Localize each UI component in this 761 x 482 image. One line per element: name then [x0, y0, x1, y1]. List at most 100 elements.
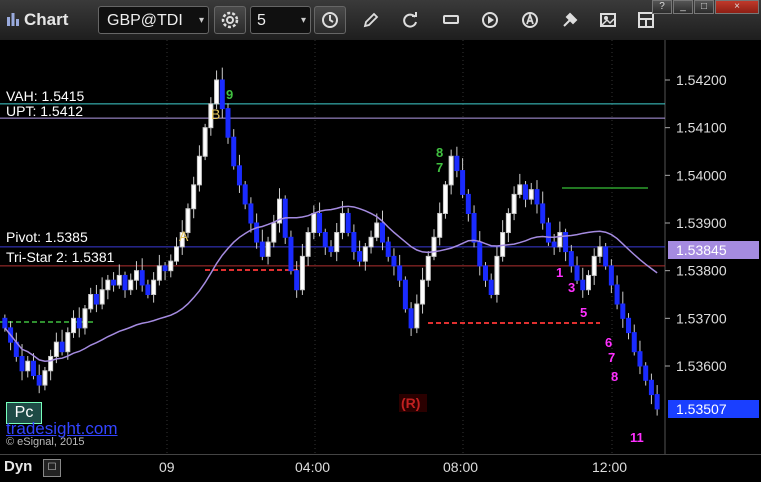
candle-body: [488, 279, 494, 296]
help-button[interactable]: ?: [652, 0, 672, 14]
candle-body: [465, 193, 471, 214]
candle-body: [580, 279, 586, 291]
price-chart[interactable]: 1.54200 1.54100 1.54000 1.53900 1.53800 1.537…: [0, 40, 761, 454]
tools-icon[interactable]: [560, 10, 580, 30]
candle-body: [545, 222, 551, 243]
candle-body: [82, 308, 88, 329]
candle-body: [511, 193, 517, 214]
candle-body: [397, 265, 403, 281]
candle-body: [643, 365, 649, 381]
candle-body: [156, 265, 162, 281]
alert-icon[interactable]: [520, 10, 540, 30]
app-brand: Chart: [6, 10, 68, 30]
picture-icon[interactable]: [598, 10, 618, 30]
candle-body: [322, 232, 328, 248]
candle-body: [139, 270, 145, 286]
restore-button[interactable]: □: [694, 0, 714, 14]
candle-body: [151, 279, 157, 296]
candle-body: [30, 360, 36, 377]
play-icon[interactable]: [480, 10, 500, 30]
candle-body: [305, 232, 311, 257]
candle-body: [654, 394, 660, 410]
count-7m: 7: [608, 350, 615, 365]
settings-gear-icon: [221, 11, 239, 29]
symbol-settings-button[interactable]: [214, 6, 246, 34]
chart-logo-icon: [7, 13, 19, 26]
candle-body: [19, 355, 25, 372]
candle-body: [214, 79, 220, 105]
candle-body: [631, 332, 637, 353]
chevron-down-icon[interactable]: ▾: [301, 7, 306, 35]
refresh-icon[interactable]: [400, 10, 420, 30]
minimize-button[interactable]: _: [673, 0, 693, 14]
price-tick-label: 1.53700: [676, 310, 727, 326]
candle-body: [431, 236, 437, 257]
close-button[interactable]: ×: [715, 0, 759, 14]
candle-body: [339, 212, 345, 234]
candle-body: [133, 270, 139, 281]
candle-body: [603, 246, 609, 267]
indicator-icon[interactable]: [441, 10, 461, 30]
symbol-input[interactable]: GBP@TDI ▾: [98, 6, 209, 34]
copyright-text: © eSignal, 2015: [6, 436, 85, 448]
time-tick: 09: [159, 459, 175, 475]
candle-body: [65, 332, 71, 353]
count-3: 3: [568, 280, 575, 295]
candle-body: [414, 303, 420, 329]
candle-body: [334, 232, 340, 253]
r-marker: (R): [401, 395, 420, 411]
candle-body: [231, 136, 237, 167]
price-tick-label: 1.53900: [676, 215, 727, 231]
candle-body: [351, 232, 357, 253]
candle-body: [317, 212, 323, 234]
candle-body: [36, 375, 42, 386]
candle-body: [574, 265, 580, 281]
candle-body: [259, 241, 265, 257]
candle-body: [494, 255, 500, 296]
clock-icon: [322, 12, 338, 28]
candle-body: [608, 265, 614, 286]
count-9-top: 9: [226, 87, 233, 102]
candle-body: [128, 279, 134, 291]
candle-body: [591, 255, 597, 276]
count-8: 8: [436, 145, 443, 160]
time-tick: 12:00: [592, 459, 628, 475]
candle-body: [528, 189, 534, 200]
candle-body: [219, 79, 225, 110]
count-6: 6: [605, 335, 612, 350]
candle-body: [500, 232, 506, 257]
candle-body: [454, 155, 460, 172]
dyn-toggle-icon[interactable]: ☐: [43, 459, 61, 477]
pencil-draw-icon[interactable]: [361, 10, 381, 30]
candle-body: [328, 246, 334, 253]
candle-body: [242, 184, 248, 205]
candle-body: [71, 317, 77, 334]
candle-body: [225, 108, 231, 138]
candle-body: [362, 246, 368, 262]
count-5: 5: [580, 305, 587, 320]
candle-body: [299, 255, 305, 291]
candle-body: [99, 289, 105, 305]
candle-body: [437, 212, 443, 238]
candle-body: [448, 155, 454, 186]
candle-body: [471, 212, 477, 243]
candle-body: [425, 255, 431, 281]
candle-body: [620, 303, 626, 319]
candle-body: [517, 184, 523, 195]
price-tick-label: 1.53800: [676, 263, 727, 279]
time-tick: 04:00: [295, 459, 331, 475]
candle-body: [585, 274, 591, 291]
candle-body: [2, 317, 8, 329]
candle-body: [174, 246, 180, 262]
candle-body: [25, 360, 31, 372]
candle-body: [460, 170, 466, 195]
candle-body: [271, 222, 277, 243]
candle-body: [557, 232, 563, 248]
interval-input[interactable]: 5 ▾: [250, 6, 311, 34]
candle-body: [202, 127, 208, 157]
candle-body: [93, 294, 99, 305]
dyn-label[interactable]: Dyn: [4, 458, 32, 475]
candle-body: [288, 236, 294, 272]
interval-clock-button[interactable]: [314, 6, 346, 34]
chevron-down-icon[interactable]: ▾: [199, 7, 204, 35]
